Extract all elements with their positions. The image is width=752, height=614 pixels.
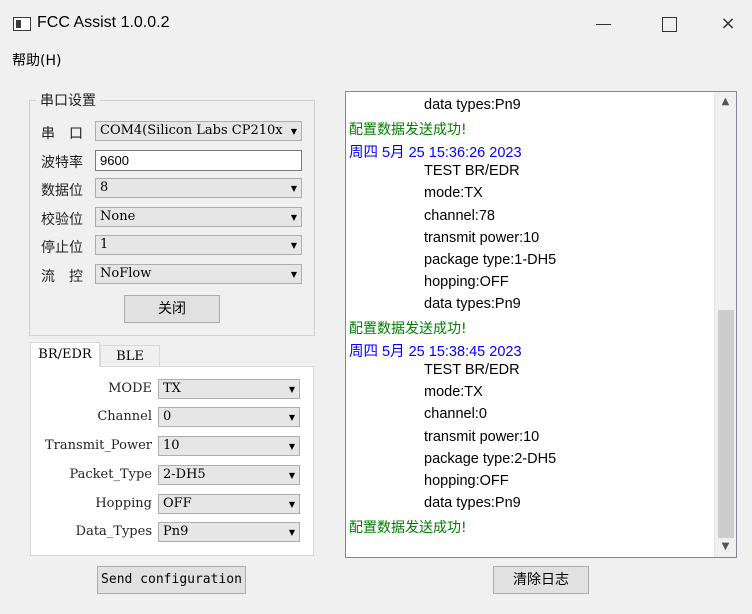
parity-select[interactable]: None ▼	[95, 207, 302, 227]
databits-value: 8	[100, 180, 109, 195]
scrollbar-thumb[interactable]	[718, 310, 734, 538]
stopbits-label: 停止位	[41, 240, 83, 256]
packet-type-label: Packet_Type	[69, 467, 152, 482]
tab-ble[interactable]: BLE	[100, 345, 160, 367]
log-line: package type:2-DH5	[424, 450, 557, 467]
scroll-down-icon[interactable]: ▼	[715, 537, 736, 557]
hopping-select[interactable]: OFF ▼	[158, 494, 300, 514]
log-line: data types:Pn9	[424, 494, 521, 511]
hopping-label: Hopping	[95, 496, 152, 511]
log-scrollbar[interactable]: ▲ ▼	[714, 92, 736, 557]
databits-select[interactable]: 8 ▼	[95, 178, 302, 198]
log-line-success: 配置数据发送成功!	[349, 122, 467, 139]
serial-settings-title: 串口设置	[36, 90, 100, 110]
maximize-button[interactable]	[645, 8, 691, 40]
send-configuration-button[interactable]: Send configuration	[97, 566, 246, 594]
log-textarea[interactable]: data types:Pn9 配置数据发送成功! 周四 5月 25 15:36:26…	[345, 91, 737, 558]
parity-label: 校验位	[41, 212, 83, 228]
menu-bar: 帮助(H)	[0, 46, 752, 70]
chevron-down-icon: ▼	[288, 385, 295, 394]
packet-type-value: 2-DH5	[163, 467, 206, 482]
log-line: transmit power:10	[424, 229, 540, 246]
chevron-down-icon: ▼	[288, 500, 295, 509]
chevron-down-icon: ▼	[288, 471, 295, 480]
scroll-up-icon[interactable]: ▲	[715, 92, 736, 112]
parity-value: None	[100, 209, 136, 224]
channel-select[interactable]: 0 ▼	[158, 407, 300, 427]
tab-bredr[interactable]: BR/EDR	[30, 342, 100, 367]
mode-value: TX	[163, 381, 181, 396]
baud-input[interactable]: 9600	[95, 150, 302, 171]
mode-select[interactable]: TX ▼	[158, 379, 300, 399]
log-line: hopping:OFF	[424, 273, 509, 290]
packet-type-select[interactable]: 2-DH5 ▼	[158, 465, 300, 485]
transmit-power-select[interactable]: 10 ▼	[158, 436, 300, 456]
close-window-button[interactable]: ×	[705, 8, 751, 40]
log-line: mode:TX	[424, 185, 483, 202]
channel-label: Channel	[97, 409, 152, 424]
data-types-label: Data_Types	[75, 524, 152, 539]
chevron-down-icon: ▼	[290, 241, 297, 250]
stopbits-value: 1	[100, 237, 109, 252]
log-line: data types:Pn9	[424, 97, 521, 113]
stopbits-select[interactable]: 1 ▼	[95, 235, 302, 255]
log-line: channel:78	[424, 207, 495, 224]
data-types-value: Pn9	[163, 524, 189, 539]
log-line-timestamp: 周四 5月 25 15:38:45 2023	[349, 344, 522, 361]
clear-log-button[interactable]: 清除日志	[493, 566, 589, 594]
port-value: COM4(Silicon Labs CP210x	[100, 123, 283, 138]
flow-select[interactable]: NoFlow ▼	[95, 264, 302, 284]
mode-label: MODE	[108, 381, 152, 396]
menu-help[interactable]: 帮助(H)	[12, 50, 61, 70]
baud-label: 波特率	[41, 155, 83, 171]
channel-value: 0	[163, 409, 172, 424]
log-line: channel:0	[424, 406, 487, 423]
log-line: package type:1-DH5	[424, 251, 557, 268]
log-line: mode:TX	[424, 384, 483, 401]
window-title: FCC Assist 1.0.0.2	[37, 14, 170, 31]
log-line: TEST BR/EDR	[424, 362, 520, 379]
chevron-down-icon: ▼	[290, 127, 297, 136]
port-label: 串 口	[41, 126, 83, 142]
databits-label: 数据位	[41, 183, 83, 199]
log-line: hopping:OFF	[424, 472, 509, 489]
chevron-down-icon: ▼	[290, 270, 297, 279]
flow-value: NoFlow	[100, 266, 152, 281]
chevron-down-icon: ▼	[288, 413, 295, 422]
app-icon	[13, 17, 31, 31]
transmit-power-value: 10	[163, 438, 180, 453]
minimize-button[interactable]	[580, 8, 626, 40]
hopping-value: OFF	[163, 496, 192, 511]
chevron-down-icon: ▼	[290, 213, 297, 222]
chevron-down-icon: ▼	[290, 184, 297, 193]
log-line-success: 配置数据发送成功!	[349, 321, 467, 337]
port-select[interactable]: COM4(Silicon Labs CP210x ▼	[95, 121, 302, 141]
log-line-timestamp: 周四 5月 25 15:36:26 2023	[349, 145, 522, 162]
log-line: TEST BR/EDR	[424, 163, 520, 180]
title-bar: FCC Assist 1.0.0.2 ×	[0, 0, 752, 46]
chevron-down-icon: ▼	[288, 442, 295, 451]
chevron-down-icon: ▼	[288, 528, 295, 537]
log-line: data types:Pn9	[424, 295, 521, 312]
data-types-select[interactable]: Pn9 ▼	[158, 522, 300, 542]
log-line-success: 配置数据发送成功!	[349, 519, 467, 536]
close-port-button[interactable]: 关闭	[124, 295, 220, 323]
transmit-power-label: Transmit_Power	[45, 438, 152, 453]
flow-label: 流 控	[41, 269, 83, 285]
log-line: transmit power:10	[424, 428, 540, 445]
